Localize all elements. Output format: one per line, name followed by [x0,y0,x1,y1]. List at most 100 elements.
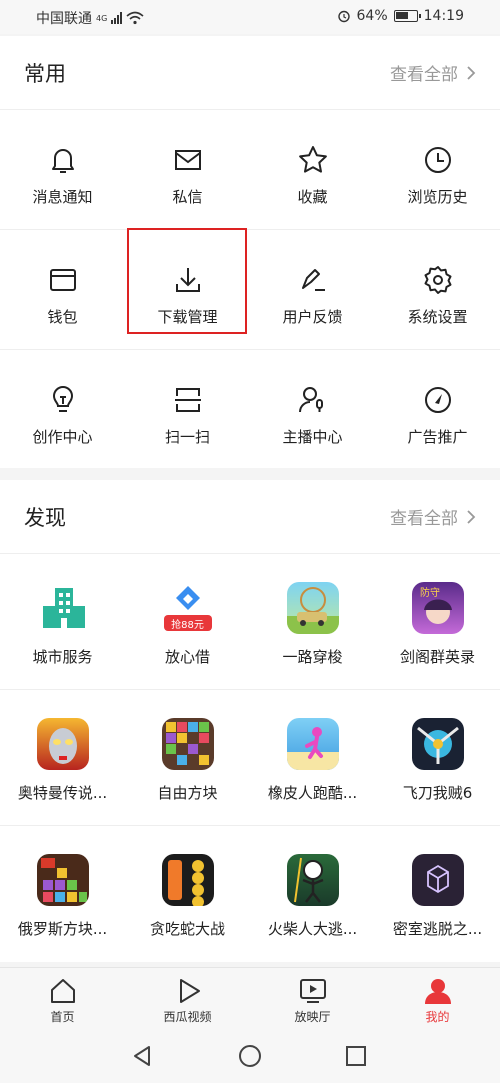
tool-item-messages[interactable]: 私信 [125,110,250,230]
status-bar: 中国联通 4G 64% 14:19 [0,0,500,34]
stickman-game-icon [286,854,339,906]
section-title-common: 常用 [24,61,66,86]
user-icon [424,979,451,1004]
common-grid: 消息通知 私信 收藏 浏览历史 钱包 下载管理 用户反馈 系统设置 创作中心 扫… [0,110,500,470]
app-item-escape-room[interactable]: 密室逃脱之... [375,826,500,962]
app-item-jiange[interactable]: 防守 剑阁群英录 [375,554,500,690]
discover-header: 发现 查看全部 [0,480,500,554]
tool-label: 消息通知 [32,188,93,206]
app-item-snake[interactable]: 贪吃蛇大战 [125,826,250,962]
app-label: 橡皮人跑酷... [267,784,358,802]
bulb-icon [52,386,73,412]
bell-icon [51,149,74,173]
city-buildings-icon [36,582,89,634]
app-item-tetris[interactable]: 俄罗斯方块... [0,826,125,962]
app-item-ultraman[interactable]: 奥特曼传说... [0,690,125,826]
play-icon [179,979,200,1003]
app-label: 自由方块 [157,784,218,802]
app-item-flying-knife[interactable]: 飞刀我贼6 [375,690,500,826]
svg-text:防守: 防守 [420,586,440,599]
tab-xigua-video[interactable]: 西瓜视频 [125,968,250,1029]
battery-icon [393,10,421,22]
pen-icon [301,269,325,291]
app-item-free-blocks[interactable]: 自由方块 [125,690,250,826]
tool-label: 创作中心 [32,428,93,446]
runner-game-icon [286,718,339,770]
tab-label: 首页 [50,1010,75,1024]
ultraman-game-icon [36,718,89,770]
back-triangle-icon[interactable] [130,1044,154,1068]
tool-label: 收藏 [297,188,328,206]
app-label: 放心借 [164,648,210,666]
app-label: 密室逃脱之... [392,920,483,938]
knife-game-icon [411,718,464,770]
tool-label: 扫一扫 [164,428,210,446]
recents-square-icon[interactable] [344,1044,368,1068]
racing-game-icon [286,582,339,634]
battery-percent: 64% [356,8,388,24]
tool-item-creator-center[interactable]: 创作中心 [0,350,125,470]
view-all-common-link[interactable]: 查看全部 [390,60,476,85]
tool-item-favorites[interactable]: 收藏 [250,110,375,230]
app-label: 火柴人大逃... [267,920,358,938]
app-item-rubber-runner[interactable]: 橡皮人跑酷... [250,690,375,826]
network-type: 4G [96,13,108,23]
gear-icon [424,266,451,294]
tool-item-ad-promotion[interactable]: 广告推广 [375,350,500,470]
view-all-label: 查看全部 [390,509,458,529]
tab-cinema[interactable]: 放映厅 [250,968,375,1029]
mail-icon [174,150,201,170]
wifi-icon [126,11,144,25]
tool-item-feedback[interactable]: 用户反馈 [250,230,375,350]
tool-label: 广告推广 [407,428,468,446]
app-label: 一路穿梭 [282,648,343,666]
tab-label: 我的 [425,1010,450,1024]
tool-label: 用户反馈 [282,308,343,326]
wallet-icon [49,269,76,291]
app-label: 剑阁群英录 [399,648,475,666]
section-title-discover: 发现 [24,505,66,530]
discover-card: 发现 查看全部 城市服务 抢88元 放心借 一路穿梭 防守 剑阁群英录 奥特曼传… [0,480,500,962]
app-label: 贪吃蛇大战 [149,920,225,938]
tool-label: 浏览历史 [407,188,468,206]
anime-game-icon: 防守 [411,582,464,634]
loan-badge: 抢88元 [171,620,204,631]
star-icon [298,146,327,173]
tab-label: 西瓜视频 [163,1010,212,1024]
loan-app-icon: 抢88元 [161,582,214,634]
app-item-stickman[interactable]: 火柴人大逃... [250,826,375,962]
tool-item-wallet[interactable]: 钱包 [0,230,125,350]
tool-item-scan[interactable]: 扫一扫 [125,350,250,470]
app-item-loan[interactable]: 抢88元 放心借 [125,554,250,690]
signal-icon [111,12,123,24]
download-icon [175,268,200,292]
alarm-icon [337,10,350,23]
chevron-right-icon [467,65,476,80]
carrier-label: 中国联通 [36,11,92,27]
snake-game-icon [161,854,214,906]
common-header: 常用 查看全部 [0,36,500,110]
app-item-city-services[interactable]: 城市服务 [0,554,125,690]
tool-item-settings[interactable]: 系统设置 [375,230,500,350]
discover-grid: 城市服务 抢88元 放心借 一路穿梭 防守 剑阁群英录 奥特曼传说... 自由方… [0,554,500,962]
app-label: 飞刀我贼6 [402,784,473,802]
home-circle-icon[interactable] [238,1044,262,1068]
app-item-racing[interactable]: 一路穿梭 [250,554,375,690]
app-label: 俄罗斯方块... [17,920,108,938]
tool-item-history[interactable]: 浏览历史 [375,110,500,230]
tab-mine[interactable]: 我的 [375,968,500,1029]
tool-item-download-manager[interactable]: 下载管理 [125,230,250,350]
tetris-game-icon [36,854,89,906]
tool-label: 主播中心 [282,428,343,446]
system-nav-bar [0,1029,500,1083]
tool-item-anchor-center[interactable]: 主播中心 [250,350,375,470]
scan-icon [174,388,201,412]
view-all-discover-link[interactable]: 查看全部 [390,504,476,529]
clock-time: 14:19 [423,8,464,24]
view-all-label: 查看全部 [390,65,458,85]
anchor-icon [298,387,323,413]
tool-label: 下载管理 [157,308,218,326]
tool-item-notifications[interactable]: 消息通知 [0,110,125,230]
tv-icon [299,979,326,1003]
tab-home[interactable]: 首页 [0,968,125,1029]
